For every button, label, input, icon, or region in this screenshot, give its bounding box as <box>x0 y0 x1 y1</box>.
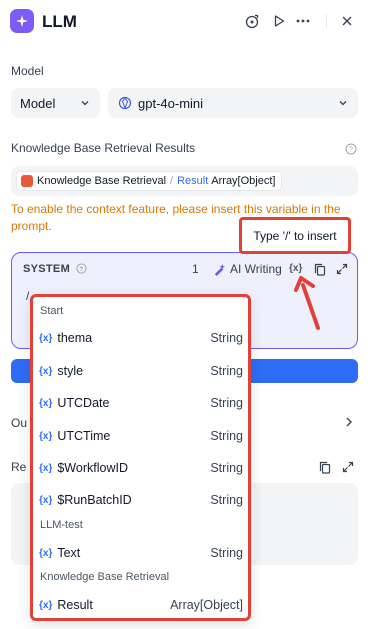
model-provider-value: Model <box>20 95 56 111</box>
variable-name: UTCDate <box>57 396 110 410</box>
variable-type: String <box>210 429 243 443</box>
variable-type: String <box>210 331 243 345</box>
chevron-down-icon <box>81 101 89 106</box>
chip-source: Knowledge Base Retrieval <box>37 175 167 187</box>
variable-type: String <box>210 461 243 475</box>
variable-name: UTCTime <box>57 429 111 443</box>
variable-type: String <box>210 364 243 378</box>
knowledge-variable-chip[interactable]: Knowledge Base Retrieval / Result Array[… <box>16 171 283 191</box>
variable-type: String <box>210 546 243 560</box>
copy-icon[interactable] <box>318 460 332 474</box>
variable-item[interactable]: {x} UTCTime String <box>39 426 243 446</box>
header-divider <box>326 14 327 28</box>
close-icon[interactable] <box>338 12 356 30</box>
knowledge-retrieval-icon <box>21 175 33 187</box>
help-icon[interactable]: ? <box>76 263 87 274</box>
group-label-knowledge-retrieval: Knowledge Base Retrieval <box>40 571 170 583</box>
model-select[interactable]: gpt-4o-mini <box>108 88 358 118</box>
variable-item[interactable]: {x} $WorkflowID String <box>39 458 243 478</box>
variable-item[interactable]: {x} Text String <box>39 543 243 563</box>
variable-name: style <box>57 364 84 378</box>
insert-variable-icon[interactable]: {x} <box>289 263 302 274</box>
variable-item[interactable]: {x} UTCDate String <box>39 393 243 413</box>
variable-item[interactable]: {x} thema String <box>39 328 243 348</box>
insert-tooltip: Type '/' to insert <box>239 217 351 254</box>
variable-name: thema <box>57 331 93 345</box>
more-icon[interactable] <box>294 12 312 30</box>
model-provider-select[interactable]: Model <box>11 88 100 118</box>
variable-dropdown[interactable]: Start {x} thema String {x} style String … <box>30 294 251 621</box>
variable-icon: {x} <box>39 397 53 409</box>
reply-label: Re <box>11 460 27 474</box>
variable-icon: {x} <box>39 462 53 474</box>
variable-icon: {x} <box>39 332 53 344</box>
variable-item[interactable]: {x} Result Array[Object] <box>39 595 243 615</box>
knowledge-section-label: Knowledge Base Retrieval Results <box>11 141 196 155</box>
output-variables-label[interactable]: Ou <box>11 416 27 430</box>
expand-icon[interactable] <box>335 262 349 276</box>
chip-type: Array[Object] <box>211 175 276 187</box>
variable-type: Array[Object] <box>170 598 243 612</box>
prompt-count: 1 <box>192 262 199 276</box>
sparkle-logo-icon <box>10 9 34 33</box>
variable-item[interactable]: {x} $RunBatchID String <box>39 490 243 510</box>
copy-icon[interactable] <box>313 262 327 276</box>
chip-separator: / <box>170 175 174 187</box>
ai-writing-label: AI Writing <box>230 262 282 276</box>
prompt-role: SYSTEM <box>23 263 71 275</box>
variable-icon: {x} <box>39 599 53 611</box>
variable-name: Text <box>57 546 81 560</box>
variable-name: Result <box>57 598 93 612</box>
variable-type: String <box>210 396 243 410</box>
variable-type: String <box>210 493 243 507</box>
variable-icon: {x} <box>39 365 53 377</box>
model-select-value: gpt-4o-mini <box>138 95 204 111</box>
variable-icon: {x} <box>39 547 53 559</box>
openai-icon <box>118 96 132 110</box>
variable-name: $WorkflowID <box>57 461 128 475</box>
expand-icon[interactable] <box>341 460 355 474</box>
prompt-content[interactable]: / <box>26 289 29 303</box>
variable-name: $RunBatchID <box>57 493 132 507</box>
group-label-llm-test: LLM-test <box>40 519 83 531</box>
node-header: LLM <box>0 0 373 48</box>
svg-text:?: ? <box>349 147 353 154</box>
run-history-icon[interactable] <box>243 12 261 30</box>
chip-var: Result <box>177 175 209 187</box>
ai-writing-icon <box>214 263 226 276</box>
prompt-role-label: SYSTEM ? <box>23 263 87 275</box>
ai-writing-button[interactable]: AI Writing <box>213 262 282 276</box>
variable-icon: {x} <box>39 494 53 506</box>
node-title[interactable]: LLM <box>42 12 77 32</box>
model-section-label: Model <box>11 64 44 78</box>
tooltip-text: Type '/' to insert <box>253 228 337 243</box>
play-icon[interactable] <box>270 12 288 30</box>
chevron-right-icon[interactable] <box>343 416 355 428</box>
chevron-down-icon <box>339 101 347 106</box>
svg-text:?: ? <box>80 266 84 273</box>
variable-icon: {x} <box>39 430 53 442</box>
variable-item[interactable]: {x} style String <box>39 361 243 381</box>
help-icon[interactable]: ? <box>344 142 358 156</box>
knowledge-variable-box[interactable]: Knowledge Base Retrieval / Result Array[… <box>11 166 358 196</box>
group-label-start: Start <box>40 305 64 317</box>
